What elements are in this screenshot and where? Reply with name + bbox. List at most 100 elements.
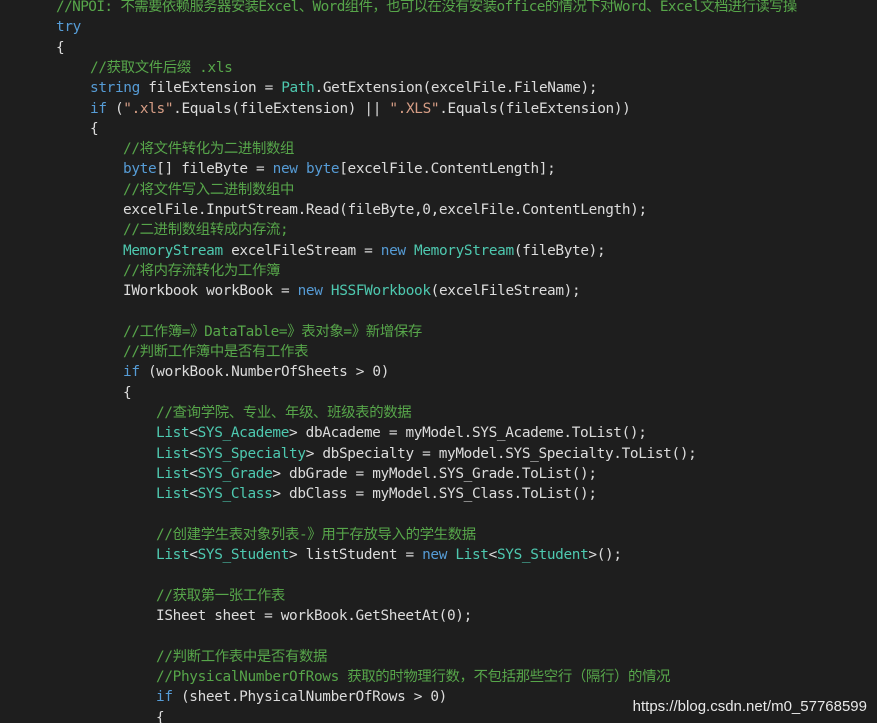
code-token: fileExtension = xyxy=(139,80,282,97)
code-token: { xyxy=(123,384,132,401)
code-token: < xyxy=(189,547,198,564)
code-line: //二进制数组转成内存流; xyxy=(123,220,289,240)
code-token: ( xyxy=(106,100,124,117)
code-line: excelFile.InputStream.Read(fileByte,0,ex… xyxy=(123,200,647,220)
code-token: //判断工作表中是否有数据 xyxy=(156,648,328,665)
code-line: MemoryStream excelFileStream = new Memor… xyxy=(123,241,606,261)
code-token: > dbAcademe = myModel.SYS_Academe.ToList… xyxy=(289,425,647,442)
code-token: new xyxy=(297,283,323,300)
code-token: < xyxy=(189,465,198,482)
code-token: MemoryStream xyxy=(123,242,223,259)
code-token: IWorkbook workBook = xyxy=(123,283,298,300)
code-token: Path xyxy=(281,80,315,97)
code-line: List<SYS_Academe> dbAcademe = myModel.SY… xyxy=(156,423,647,443)
code-token: { xyxy=(156,709,165,723)
code-token: //判断工作簿中是否有工作表 xyxy=(123,344,309,361)
code-token: //二进制数组转成内存流; xyxy=(123,222,289,239)
code-editor[interactable]: //NPOI: 不需要依赖服务器安装Excel、Word组件，也可以在没有安装o… xyxy=(0,0,877,723)
code-token: HSSFWorkbook xyxy=(330,283,431,300)
code-token: string xyxy=(90,80,140,97)
code-line: if (workBook.NumberOfSheets > 0) xyxy=(123,362,389,382)
code-line: //NPOI: 不需要依赖服务器安装Excel、Word组件，也可以在没有安装o… xyxy=(56,0,797,17)
code-line: { xyxy=(90,119,99,139)
code-token: //获取第一张工作表 xyxy=(156,587,285,604)
code-token: List xyxy=(156,465,190,482)
code-line: List<SYS_Specialty> dbSpecialty = myMode… xyxy=(156,444,697,464)
code-line: //判断工作表中是否有数据 xyxy=(156,647,327,667)
code-line: //查询学院、专业、年级、班级表的数据 xyxy=(156,403,412,423)
code-line: string fileExtension = Path.GetExtension… xyxy=(90,78,598,98)
code-token: >(); xyxy=(588,547,622,564)
code-token: MemoryStream xyxy=(414,242,514,259)
code-token: byte xyxy=(305,161,340,178)
code-token: < xyxy=(189,445,198,462)
code-token: List xyxy=(156,547,190,564)
code-token: if xyxy=(123,364,140,381)
code-line: List<SYS_Class> dbClass = myModel.SYS_Cl… xyxy=(156,484,597,504)
code-token: < xyxy=(189,486,198,503)
code-line: { xyxy=(56,38,65,58)
code-line: //判断工作簿中是否有工作表 xyxy=(123,342,308,362)
code-token: //将文件写入二进制数组中 xyxy=(123,181,295,198)
code-token: //工作簿=》DataTable=》表对象=》新增保存 xyxy=(123,323,422,340)
code-token: new xyxy=(380,242,406,259)
code-token: List xyxy=(156,486,190,503)
code-token: < xyxy=(189,425,198,442)
code-line: ISheet sheet = workBook.GetSheetAt(0); xyxy=(156,606,472,626)
code-token: ".XLS" xyxy=(389,100,440,117)
code-line: byte[] fileByte = new byte[excelFile.Con… xyxy=(123,159,556,179)
code-line: { xyxy=(156,708,165,723)
code-token: .Equals(fileExtension)) xyxy=(439,100,631,117)
code-token: excelFile.InputStream.Read(fileByte,0,ex… xyxy=(123,202,647,218)
watermark-url: https://blog.csdn.net/m0_57768599 xyxy=(632,698,867,715)
code-token: if xyxy=(156,689,173,706)
code-token: //将文件转化为二进制数组 xyxy=(123,141,295,158)
code-token: //NPOI: 不需要依赖服务器安装Excel、Word组件，也可以在没有安装o… xyxy=(56,0,797,15)
code-token: //查询学院、专业、年级、班级表的数据 xyxy=(156,405,412,421)
code-token: (fileByte); xyxy=(513,242,606,259)
code-line: { xyxy=(123,383,132,403)
code-token: List xyxy=(455,547,489,564)
code-line: //获取第一张工作表 xyxy=(156,586,285,606)
code-token: (sheet.PhysicalNumberOfRows > 0) xyxy=(172,689,447,706)
code-line: List<SYS_Student> listStudent = new List… xyxy=(156,545,622,565)
code-token: new xyxy=(272,161,298,178)
code-token: if xyxy=(90,100,107,117)
code-token: List xyxy=(156,425,190,442)
code-line: //将内存流转化为工作簿 xyxy=(123,261,280,281)
code-token: { xyxy=(56,39,65,56)
code-token: SYS_Class xyxy=(197,486,273,503)
code-line: if (".xls".Equals(fileExtension) || ".XL… xyxy=(90,99,631,119)
code-token: SYS_Student xyxy=(496,547,589,564)
code-token: (excelFileStream); xyxy=(430,283,581,300)
code-line: try xyxy=(56,17,81,37)
code-line: //创建学生表对象列表-》用于存放导入的学生数据 xyxy=(156,525,476,545)
code-token: .Equals(fileExtension) || xyxy=(173,100,390,117)
code-token: SYS_Academe xyxy=(197,425,290,442)
code-token: [] fileByte = xyxy=(156,161,273,178)
code-token: .GetExtension(excelFile.FileName); xyxy=(314,80,598,97)
code-token: //创建学生表对象列表-》用于存放导入的学生数据 xyxy=(156,526,476,543)
code-line: //将文件写入二进制数组中 xyxy=(123,180,294,200)
code-line: List<SYS_Grade> dbGrade = myModel.SYS_Gr… xyxy=(156,464,597,484)
code-token: > listStudent = xyxy=(289,547,423,564)
code-line: //将文件转化为二进制数组 xyxy=(123,139,294,159)
code-token: > dbClass = myModel.SYS_Class.ToList(); xyxy=(272,486,597,503)
code-line: if (sheet.PhysicalNumberOfRows > 0) xyxy=(156,687,447,707)
code-token: //PhysicalNumberOfRows 获取的时物理行数，不包括那些空行（… xyxy=(156,668,671,685)
code-token: SYS_Grade xyxy=(197,465,273,482)
code-line: //PhysicalNumberOfRows 获取的时物理行数，不包括那些空行（… xyxy=(156,667,671,687)
code-token: List xyxy=(156,445,190,462)
code-token: (workBook.NumberOfSheets > 0) xyxy=(139,364,390,381)
code-line: //获取文件后缀 .xls xyxy=(90,58,233,78)
code-token: SYS_Specialty xyxy=(197,445,306,462)
code-token: [excelFile.ContentLength]; xyxy=(339,161,556,178)
code-token: try xyxy=(56,19,81,36)
code-line: //工作簿=》DataTable=》表对象=》新增保存 xyxy=(123,322,422,342)
code-token: new xyxy=(422,547,448,564)
code-token: > dbGrade = myModel.SYS_Grade.ToList(); xyxy=(272,465,597,482)
code-token: //获取文件后缀 .xls xyxy=(90,59,233,76)
code-token: ".xls" xyxy=(123,100,174,117)
